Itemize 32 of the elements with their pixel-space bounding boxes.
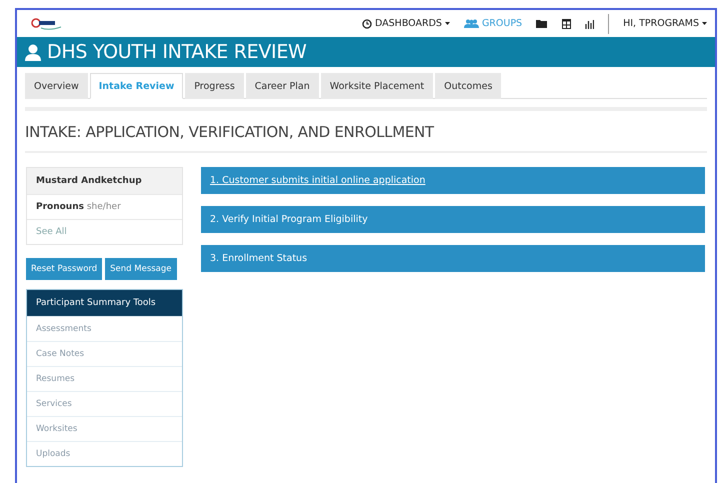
tool-link[interactable]: Services [27, 391, 182, 416]
step-link[interactable]: 2. Verify Initial Program Eligibility [210, 214, 368, 225]
users-icon [464, 19, 479, 28]
clock-icon [362, 18, 372, 28]
tab[interactable]: Outcomes [435, 73, 502, 99]
tab[interactable]: Worksite Placement [320, 73, 434, 99]
tool-link[interactable]: Uploads [27, 441, 182, 466]
tab[interactable]: Progress [185, 73, 244, 99]
nav-link[interactable]: DASHBOARDS [362, 18, 450, 29]
table-icon[interactable] [562, 18, 572, 28]
page-title: DHS YOUTH INTAKE REVIEW [47, 41, 307, 63]
bar-chart-icon[interactable] [585, 18, 594, 28]
section-heading: INTAKE: APPLICATION, VERIFICATION, AND ENROLLMENT [25, 123, 707, 153]
pronouns-text: Pronouns she/her [27, 194, 182, 219]
tab[interactable]: Overview [25, 73, 88, 99]
nav-link[interactable]: GROUPS [464, 18, 522, 29]
step-link[interactable]: 3. Enrollment Status [210, 253, 308, 264]
action-button[interactable]: Send Message [105, 258, 177, 280]
tab[interactable]: Career Plan [246, 73, 319, 99]
folder-icon[interactable] [536, 19, 548, 28]
step-link[interactable]: 1. Customer submits initial online application [210, 175, 426, 186]
action-button[interactable]: Reset Password [26, 258, 102, 280]
tab[interactable]: Intake Review [90, 73, 184, 99]
user-menu[interactable]: HI, TPROGRAMS [623, 18, 707, 29]
tools-header: Participant Summary Tools [27, 290, 182, 316]
see-all-link[interactable]: See All [27, 219, 182, 244]
tool-link[interactable]: Case Notes [27, 341, 182, 366]
person-icon [25, 44, 41, 60]
participant-name: Mustard Andketchup [27, 168, 182, 194]
tool-link[interactable]: Resumes [27, 366, 182, 391]
tool-link[interactable]: Assessments [27, 316, 182, 341]
tool-link[interactable]: Worksites [27, 416, 182, 441]
